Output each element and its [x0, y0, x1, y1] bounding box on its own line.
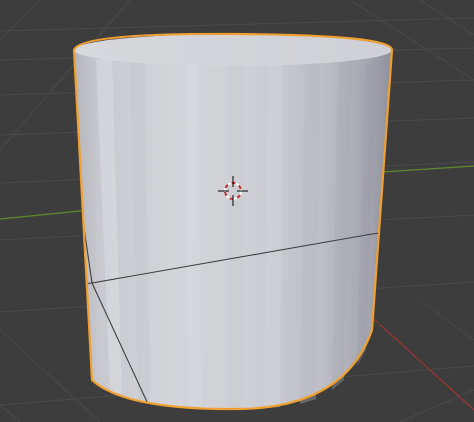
y-axis-line-right [381, 165, 474, 173]
cylinder-top-cap[interactable] [74, 34, 392, 66]
viewport-scene[interactable] [0, 0, 474, 422]
y-axis-line [0, 209, 91, 220]
3d-viewport[interactable] [0, 0, 474, 422]
cylinder-mesh[interactable] [0, 32, 474, 411]
